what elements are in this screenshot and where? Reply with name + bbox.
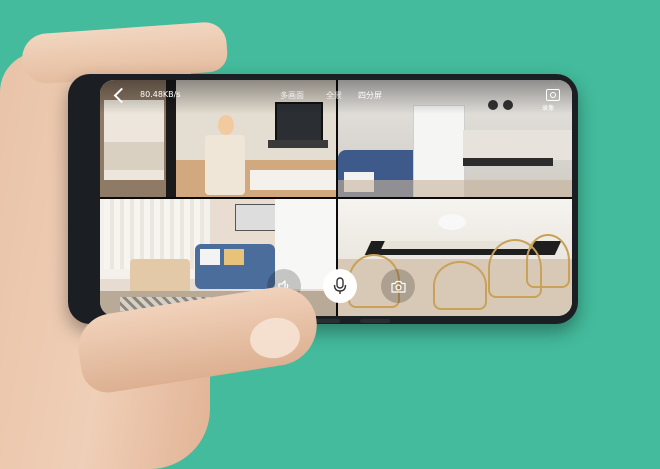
snapshot-button[interactable] [381, 269, 415, 303]
camera-icon [390, 280, 406, 293]
phone-side-button [360, 319, 390, 323]
back-arrow-icon[interactable] [113, 87, 130, 104]
phone-screen: 80.48KB/s 多画面 全景 四分屏 录像 [100, 80, 572, 316]
top-bar: 80.48KB/s 多画面 全景 四分屏 录像 [100, 80, 572, 114]
tab-panorama[interactable]: 全景 [326, 90, 342, 101]
record-icon[interactable] [546, 89, 560, 101]
tab-multi-view[interactable]: 多画面 [280, 90, 304, 101]
tab-quad-view[interactable]: 四分屏 [358, 90, 382, 101]
microphone-icon [333, 277, 347, 294]
network-speed: 80.48KB/s [140, 90, 181, 99]
record-label: 录像 [542, 105, 555, 112]
photo-scene: 80.48KB/s 多画面 全景 四分屏 录像 [0, 0, 660, 469]
microphone-button[interactable] [323, 269, 357, 303]
camera-view-dining-room[interactable] [338, 199, 572, 316]
